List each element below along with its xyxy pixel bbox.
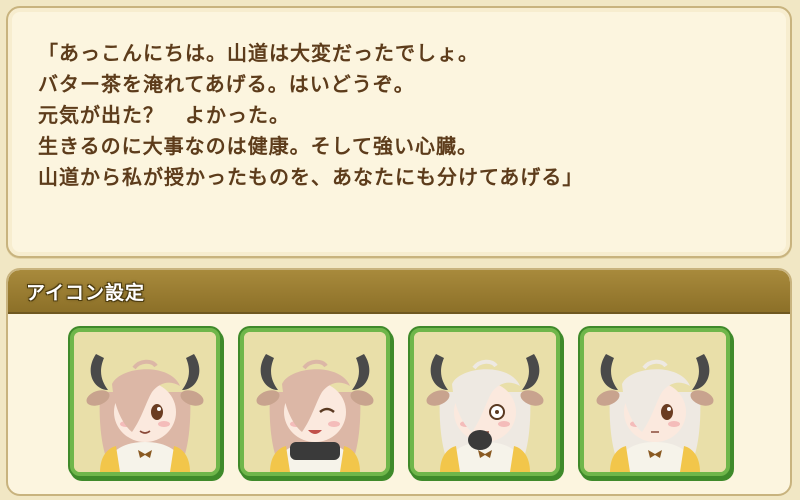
icon-option-1[interactable] [70, 328, 220, 476]
dialogue-line: 山道から私が授かったものを、あなたにも分けてあげる」 [38, 165, 584, 189]
icon-list [8, 270, 790, 494]
icon-option-2[interactable] [240, 328, 390, 476]
dialogue-line: 「あっこんにちは。山道は大変だったでしょ。 [38, 41, 479, 65]
icon-settings-panel: アイコン設定 [6, 268, 792, 496]
character-portrait [584, 332, 726, 472]
dialogue-line: バター茶を淹れてあげる。はいどうぞ。 [38, 72, 415, 96]
dialogue-panel: 「あっこんにちは。山道は大変だったでしょ。 バター茶を淹れてあげる。はいどうぞ。… [6, 6, 792, 258]
icon-option-3[interactable] [410, 328, 560, 476]
dialogue-line: 生きるのに大事なのは健康。そして強い心臓。 [38, 134, 478, 158]
dialogue-text: 「あっこんにちは。山道は大変だったでしょ。 バター茶を淹れてあげる。はいどうぞ。… [38, 38, 583, 193]
character-portrait [244, 332, 386, 472]
dialogue-line: 元気が出た？ よかった。 [38, 103, 290, 127]
character-portrait [414, 332, 556, 472]
icon-option-4[interactable] [580, 328, 730, 476]
character-portrait [74, 332, 216, 472]
